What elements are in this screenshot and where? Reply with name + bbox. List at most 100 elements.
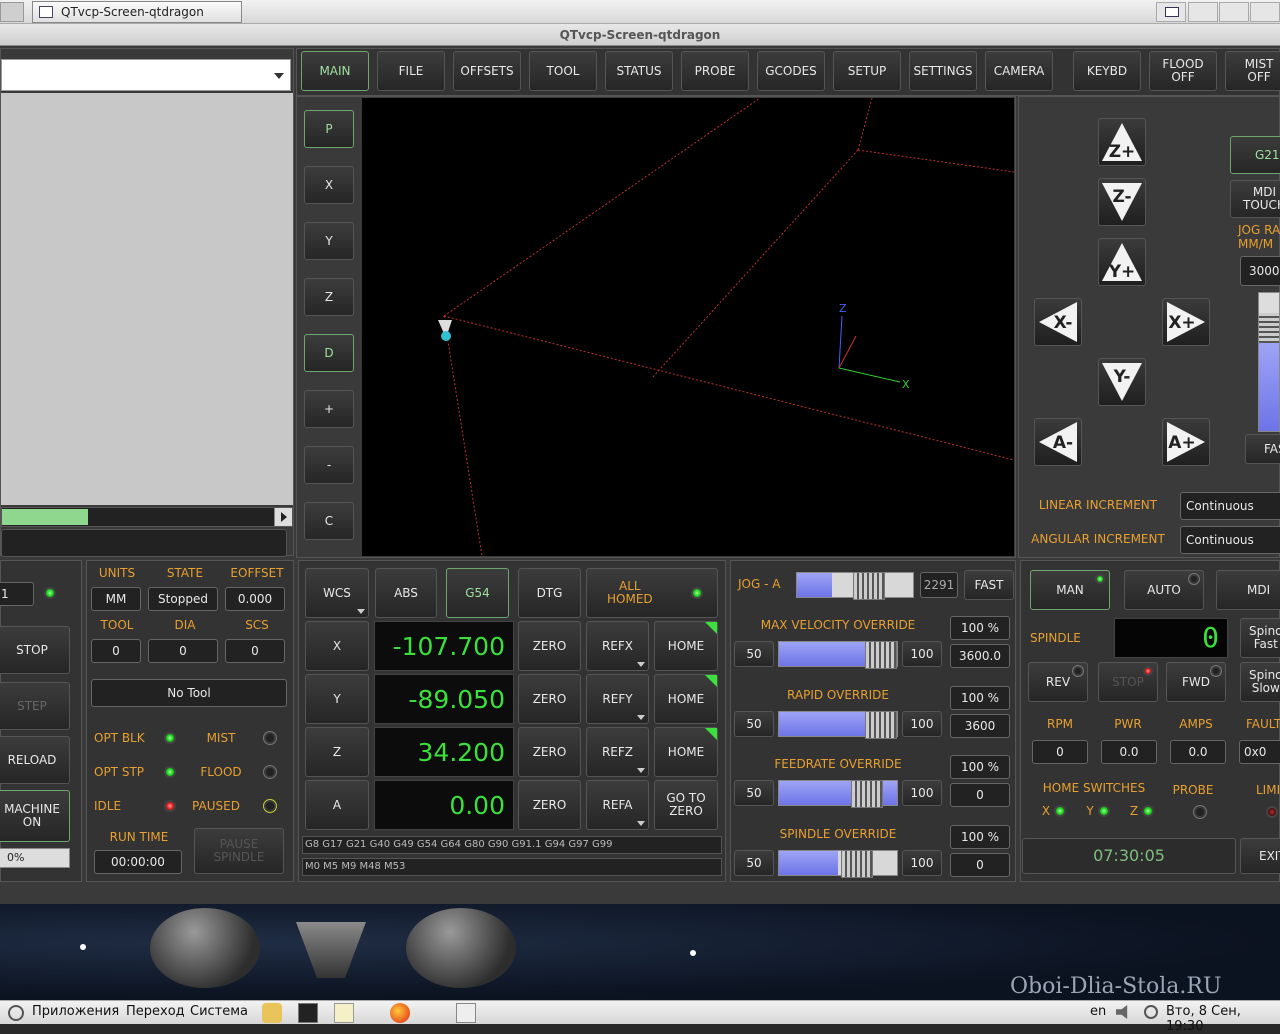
counter-field[interactable]: 1: [0, 582, 34, 606]
spindle-min-button[interactable]: 50: [734, 850, 774, 876]
mdi-line-input[interactable]: [1, 529, 287, 557]
ref-x-button[interactable]: REFX: [586, 621, 649, 671]
spindle-stop-button[interactable]: STOP: [1098, 662, 1158, 702]
workspace-2[interactable]: [1188, 2, 1218, 22]
view-y-button[interactable]: Y: [304, 222, 354, 260]
taskbar-window-button[interactable]: QTvcp-Screen-qtdragon: [32, 1, 242, 23]
network-icon[interactable]: [1144, 1005, 1158, 1019]
goto-zero-button[interactable]: GO TO ZERO: [654, 780, 718, 830]
g54-button[interactable]: G54: [446, 568, 509, 618]
feedrate-override-knob[interactable]: [851, 780, 883, 808]
zero-y-button[interactable]: ZERO: [518, 674, 581, 724]
text-editor-icon[interactable]: [334, 1003, 354, 1023]
ref-a-button[interactable]: REFA: [586, 780, 649, 830]
mode-auto-button[interactable]: AUTO: [1124, 570, 1204, 610]
workspace-1[interactable]: [1156, 2, 1186, 22]
wcs-button[interactable]: WCS: [305, 568, 369, 618]
ref-z-button[interactable]: REFZ: [586, 727, 649, 777]
spindle-fwd-button[interactable]: FWD: [1166, 662, 1226, 702]
window-titlebar[interactable]: QTvcp-Screen-qtdragon: [0, 24, 1280, 46]
system-menu[interactable]: Система: [190, 1004, 248, 1019]
zoom-out-button[interactable]: -: [304, 446, 354, 484]
tab-settings[interactable]: SETTINGS: [909, 51, 977, 91]
jog-xplus-button[interactable]: X+: [1162, 298, 1210, 346]
launcher-icon[interactable]: [262, 1003, 282, 1023]
jog-a-knob[interactable]: [853, 572, 885, 600]
home-z-button[interactable]: HOME: [654, 727, 718, 777]
tab-tool[interactable]: TOOL: [529, 51, 597, 91]
exit-button[interactable]: EXIT: [1240, 838, 1280, 874]
gcode-text-area[interactable]: [1, 93, 293, 505]
zero-z-button[interactable]: ZERO: [518, 727, 581, 777]
spindle-override-slider[interactable]: [778, 850, 898, 878]
stop-button[interactable]: STOP: [0, 626, 70, 674]
clock-applet[interactable]: Вто, 8 Сен, 19:30: [1166, 1004, 1280, 1034]
spindle-slower-button[interactable]: Spino Slow: [1240, 662, 1280, 702]
jog-yplus-button[interactable]: Y+: [1098, 238, 1146, 286]
tab-offsets[interactable]: OFFSETS: [453, 51, 521, 91]
show-desktop-icon[interactable]: [456, 1003, 476, 1023]
tab-probe[interactable]: PROBE: [681, 51, 749, 91]
abs-button[interactable]: ABS: [375, 568, 437, 618]
mode-mdi-button[interactable]: MDI: [1216, 570, 1280, 610]
spindle-override-knob[interactable]: [841, 850, 873, 878]
machine-on-button[interactable]: MACHINE ON: [0, 790, 70, 842]
ref-y-button[interactable]: REFY: [586, 674, 649, 724]
home-x-button[interactable]: HOME: [654, 621, 718, 671]
tab-gcodes[interactable]: GCODES: [757, 51, 825, 91]
tab-status[interactable]: STATUS: [605, 51, 673, 91]
jog-rate-knob[interactable]: [1259, 313, 1279, 343]
mode-man-button[interactable]: MAN: [1030, 570, 1110, 610]
axis-z-button[interactable]: Z: [305, 727, 369, 777]
tab-main[interactable]: MAIN: [301, 51, 369, 91]
zero-x-button[interactable]: ZERO: [518, 621, 581, 671]
workspace-4[interactable]: [1250, 2, 1280, 22]
mdi-touch-button[interactable]: MDI TOUCH: [1230, 180, 1280, 218]
zoom-in-button[interactable]: +: [304, 390, 354, 428]
max-velocity-slider[interactable]: [778, 641, 898, 669]
flood-button[interactable]: FLOOD OFF: [1149, 51, 1217, 91]
spindle-max-button[interactable]: 100: [902, 850, 942, 876]
home-y-button[interactable]: HOME: [654, 674, 718, 724]
jog-xminus-button[interactable]: X-: [1034, 298, 1082, 346]
axis-y-button[interactable]: Y: [305, 674, 369, 724]
keyboard-layout[interactable]: en: [1090, 1004, 1106, 1019]
jog-rate-value[interactable]: 3000: [1240, 256, 1280, 286]
zero-a-button[interactable]: ZERO: [518, 780, 581, 830]
view-z-button[interactable]: Z: [304, 278, 354, 316]
applications-menu[interactable]: Приложения: [32, 1004, 119, 1019]
jog-yminus-button[interactable]: Y-: [1098, 358, 1146, 406]
view-dimensions-button[interactable]: D: [304, 334, 354, 372]
angular-increment-select[interactable]: Continuous: [1180, 526, 1280, 554]
file-combo[interactable]: [1, 59, 291, 91]
tab-setup[interactable]: SETUP: [833, 51, 901, 91]
axis-a-button[interactable]: A: [305, 780, 369, 830]
volume-icon[interactable]: [1116, 1005, 1128, 1019]
rapid-min-button[interactable]: 50: [734, 711, 774, 737]
max-velocity-knob[interactable]: [865, 641, 897, 669]
firefox-icon[interactable]: [390, 1003, 410, 1023]
horizontal-scrollbar[interactable]: [1, 507, 293, 527]
feedrate-override-slider[interactable]: [778, 780, 898, 808]
3d-preview-canvas[interactable]: Z X: [362, 98, 1014, 556]
pause-spindle-button[interactable]: PAUSE SPINDLE: [194, 828, 284, 874]
terminal-icon[interactable]: [298, 1003, 318, 1023]
mist-button[interactable]: MIST OFF: [1225, 51, 1280, 91]
max-velocity-max-button[interactable]: 100: [902, 641, 942, 667]
jog-aplus-button[interactable]: A+: [1162, 418, 1210, 466]
jog-aminus-button[interactable]: A-: [1034, 418, 1082, 466]
jog-fast-toggle[interactable]: FAST: [964, 570, 1014, 600]
view-x-button[interactable]: X: [304, 166, 354, 204]
dtg-button[interactable]: DTG: [518, 568, 581, 618]
workspace-3[interactable]: [1219, 2, 1249, 22]
g21-button[interactable]: G21: [1230, 136, 1280, 174]
view-p-button[interactable]: P: [304, 110, 354, 148]
panel-menu-icon[interactable]: [0, 2, 24, 22]
jog-zminus-button[interactable]: Z-: [1098, 178, 1146, 226]
rapid-override-slider[interactable]: [778, 711, 898, 739]
rapid-max-button[interactable]: 100: [902, 711, 942, 737]
clear-plot-button[interactable]: C: [304, 502, 354, 540]
feedrate-max-button[interactable]: 100: [902, 780, 942, 806]
keyboard-button[interactable]: KEYBD: [1073, 51, 1141, 91]
scroll-right-icon[interactable]: [274, 508, 292, 526]
